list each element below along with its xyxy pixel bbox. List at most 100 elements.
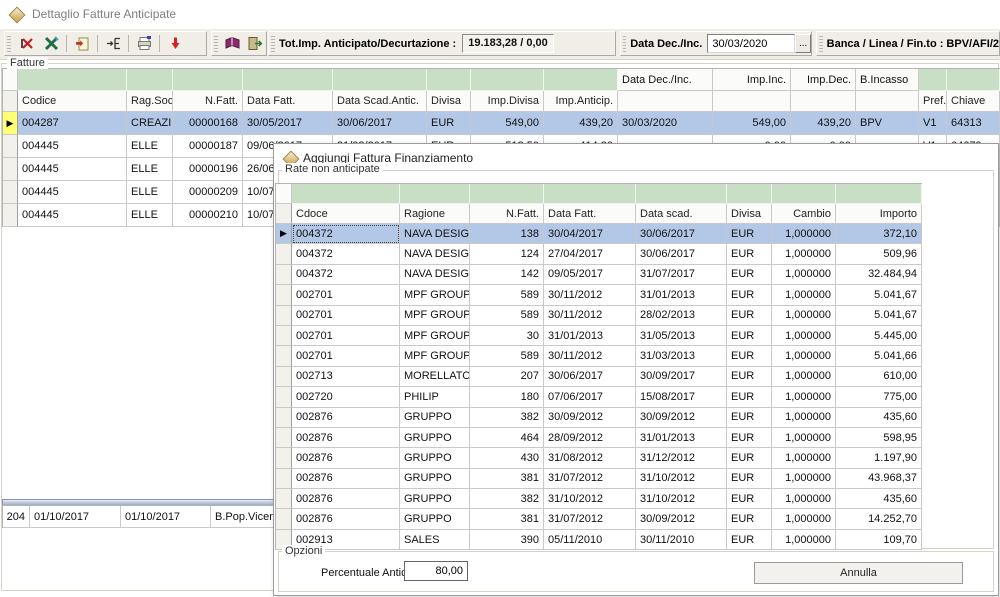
rate-cell[interactable]: 1,000000: [772, 224, 836, 244]
column-header[interactable]: Cambio: [772, 204, 836, 224]
column-header[interactable]: Imp.Dec.: [791, 69, 856, 91]
rate-cell[interactable]: EUR: [727, 326, 772, 346]
rate-row[interactable]: 002701MPF GROUP58930/11/201231/01/2013EU…: [276, 285, 922, 305]
rate-cell[interactable]: 002876: [292, 489, 400, 509]
rate-cell[interactable]: 30/11/2010: [636, 530, 727, 550]
column-header[interactable]: Divisa: [727, 204, 772, 224]
rate-cell[interactable]: 31/10/2012: [544, 489, 636, 509]
rate-cell[interactable]: 07/06/2017: [544, 387, 636, 407]
rate-cell[interactable]: 207: [470, 367, 544, 387]
fatture-cell[interactable]: 00000187: [173, 135, 243, 158]
rate-cell[interactable]: 002876: [292, 448, 400, 468]
rate-cell[interactable]: 31/01/2013: [544, 326, 636, 346]
subtable-cell[interactable]: 204: [3, 506, 30, 528]
column-header[interactable]: Data Dec./Inc.: [618, 69, 713, 91]
rate-cell[interactable]: 1,000000: [772, 469, 836, 489]
fatture-cell[interactable]: 549,00: [713, 112, 791, 135]
rate-cell[interactable]: 31/08/2012: [544, 448, 636, 468]
annulla-button[interactable]: Annulla: [754, 562, 963, 584]
column-header[interactable]: Imp.Anticip.: [544, 91, 618, 112]
rate-cell[interactable]: 31/07/2012: [544, 469, 636, 489]
fatture-cell[interactable]: 439,20: [791, 112, 856, 135]
rate-cell[interactable]: EUR: [727, 265, 772, 285]
rate-cell[interactable]: EUR: [727, 244, 772, 264]
fatture-cell[interactable]: 004445: [18, 158, 127, 181]
fatture-cell[interactable]: 00000196: [173, 158, 243, 181]
rate-cell[interactable]: 1.197,90: [836, 448, 922, 468]
data-dec-input[interactable]: [707, 34, 795, 53]
fatture-row[interactable]: ▶004287CREAZI0000016830/05/201730/06/201…: [3, 112, 1000, 135]
row-selector[interactable]: [3, 181, 18, 204]
excel-export-button[interactable]: [39, 33, 63, 54]
print-button[interactable]: [132, 33, 156, 54]
rate-cell[interactable]: EUR: [727, 448, 772, 468]
rate-cell[interactable]: 002876: [292, 408, 400, 428]
rate-cell[interactable]: EUR: [727, 387, 772, 407]
rate-cell[interactable]: 775,00: [836, 387, 922, 407]
rate-cell[interactable]: 589: [470, 306, 544, 326]
rate-cell[interactable]: 002876: [292, 469, 400, 489]
rate-cell[interactable]: 5.445,00: [836, 326, 922, 346]
column-header[interactable]: N.Fatt.: [173, 91, 243, 112]
paste-button[interactable]: [70, 33, 94, 54]
cancel-button[interactable]: [15, 33, 39, 54]
rate-cell[interactable]: 32.484,94: [836, 265, 922, 285]
rate-cell[interactable]: 30/06/2017: [544, 367, 636, 387]
fatture-cell[interactable]: CREAZI: [127, 112, 173, 135]
rate-cell[interactable]: EUR: [727, 306, 772, 326]
row-selector[interactable]: [276, 489, 292, 509]
column-header[interactable]: Codice: [18, 91, 127, 112]
column-header[interactable]: Imp.Divisa: [471, 91, 544, 112]
rate-row[interactable]: ▶004372NAVA DESIGN13830/04/201730/06/201…: [276, 224, 922, 244]
row-selector[interactable]: ▶: [3, 112, 18, 135]
rate-cell[interactable]: 180: [470, 387, 544, 407]
fatture-cell[interactable]: 64313: [947, 112, 1000, 135]
row-selector[interactable]: [276, 367, 292, 387]
rate-cell[interactable]: 1,000000: [772, 306, 836, 326]
rate-cell[interactable]: 27/04/2017: [544, 244, 636, 264]
rate-cell[interactable]: 002701: [292, 306, 400, 326]
column-header[interactable]: N.Fatt.: [470, 204, 544, 224]
subtable-cell[interactable]: 01/10/2017: [30, 506, 121, 528]
rate-cell[interactable]: GRUPPO: [400, 428, 470, 448]
row-selector[interactable]: [276, 387, 292, 407]
rate-cell[interactable]: 382: [470, 408, 544, 428]
rate-cell[interactable]: 31/01/2013: [636, 428, 727, 448]
row-selector[interactable]: [276, 285, 292, 305]
row-selector[interactable]: [276, 428, 292, 448]
rate-cell[interactable]: GRUPPO: [400, 448, 470, 468]
row-selector[interactable]: [3, 158, 18, 181]
fatture-cell[interactable]: 439,20: [544, 112, 618, 135]
rate-cell[interactable]: 002713: [292, 367, 400, 387]
rate-cell[interactable]: 31/10/2012: [636, 469, 727, 489]
rate-cell[interactable]: 31/03/2013: [636, 346, 727, 366]
rate-cell[interactable]: EUR: [727, 367, 772, 387]
rate-cell[interactable]: 31/07/2017: [636, 265, 727, 285]
row-selector[interactable]: [276, 509, 292, 529]
rate-cell[interactable]: 004372: [292, 244, 400, 264]
rate-cell[interactable]: 1,000000: [772, 244, 836, 264]
row-selector[interactable]: [276, 306, 292, 326]
fatture-cell[interactable]: 30/03/2020: [618, 112, 713, 135]
rate-cell[interactable]: NAVA DESIGN: [400, 265, 470, 285]
rate-cell[interactable]: 002876: [292, 509, 400, 529]
row-selector[interactable]: [276, 244, 292, 264]
rate-cell[interactable]: EUR: [727, 285, 772, 305]
rate-cell[interactable]: 002701: [292, 285, 400, 305]
row-selector[interactable]: [276, 408, 292, 428]
column-header[interactable]: Data scad.: [636, 204, 727, 224]
rate-row[interactable]: 004372NAVA DESIGN12427/04/201730/06/2017…: [276, 244, 922, 264]
column-header[interactable]: Data Fatt.: [243, 91, 333, 112]
row-selector[interactable]: [3, 135, 18, 158]
rate-cell[interactable]: 138: [470, 224, 544, 244]
rate-cell[interactable]: 610,00: [836, 367, 922, 387]
rate-cell[interactable]: 435,60: [836, 489, 922, 509]
rate-cell[interactable]: 31/01/2013: [636, 285, 727, 305]
rate-row[interactable]: 002876GRUPPO38230/09/201230/09/2012EUR1,…: [276, 408, 922, 428]
rate-cell[interactable]: EUR: [727, 408, 772, 428]
fatture-cell[interactable]: 004445: [18, 181, 127, 204]
rate-cell[interactable]: 5.041,67: [836, 285, 922, 305]
rate-cell[interactable]: 31/05/2013: [636, 326, 727, 346]
column-header[interactable]: Cdoce: [292, 204, 400, 224]
rate-cell[interactable]: 004372: [292, 265, 400, 285]
